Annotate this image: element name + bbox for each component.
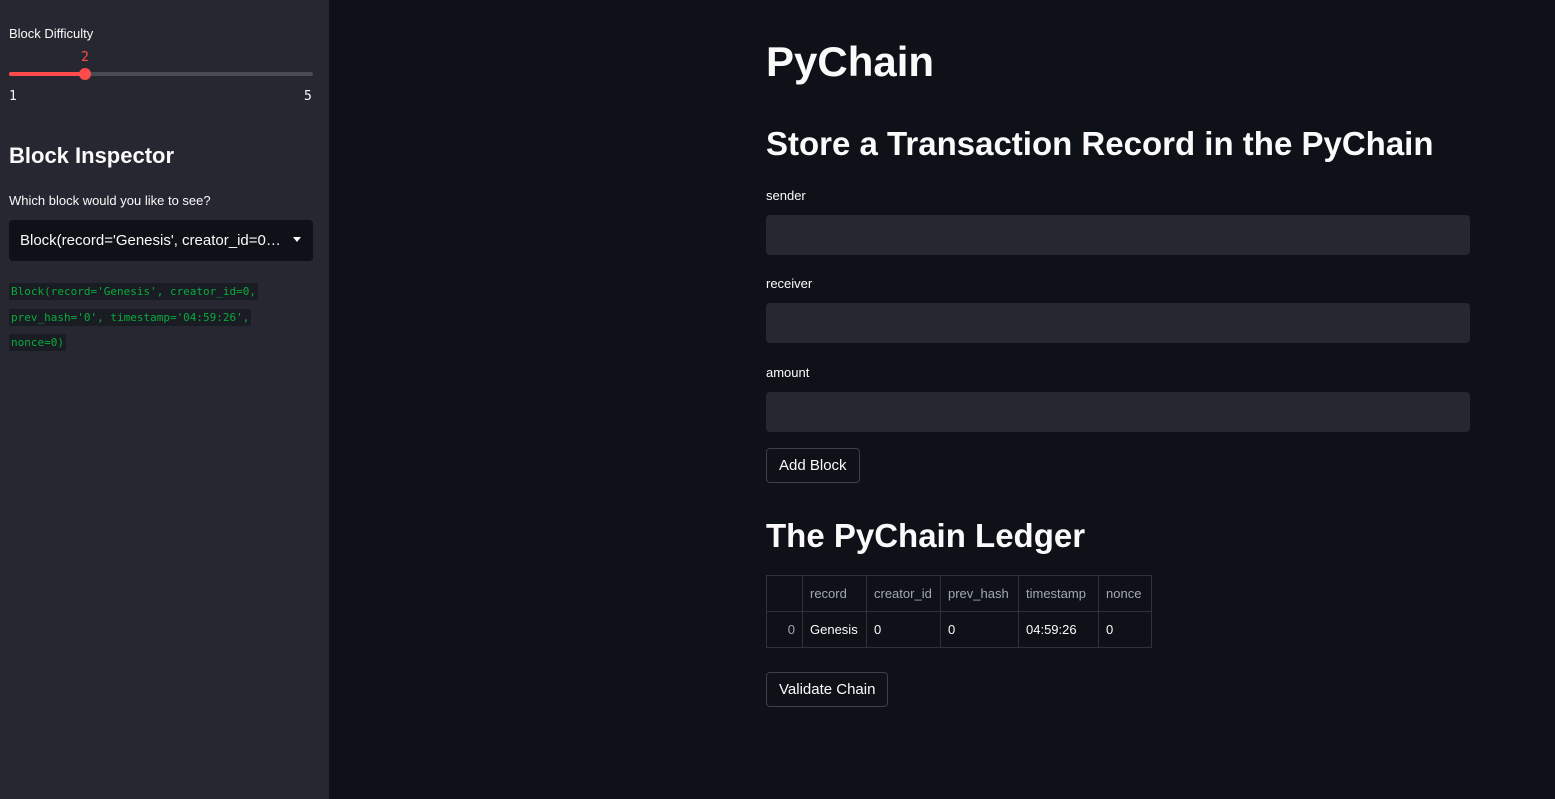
caret-down-icon (293, 237, 301, 242)
column-header-prev-hash[interactable]: prev_hash (940, 575, 1019, 612)
block-inspector-heading: Block Inspector (9, 143, 175, 168)
amount-label: amount (766, 365, 810, 380)
column-header-timestamp[interactable]: timestamp (1018, 575, 1099, 612)
table-row: 0 Genesis 0 0 04:59:26 0 (766, 611, 1152, 648)
difficulty-slider-value: 2 (81, 50, 89, 65)
timestamp-cell: 04:59:26 (1018, 611, 1099, 648)
difficulty-slider-label: Block Difficulty (9, 26, 94, 41)
block-details-code: Block(record='Genesis', creator_id=0, pr… (9, 279, 309, 356)
creator-id-cell: 0 (866, 611, 941, 648)
nonce-cell: 0 (1098, 611, 1152, 648)
ledger-heading: The PyChain Ledger (766, 517, 1086, 554)
receiver-label: receiver (766, 276, 813, 291)
validate-chain-button[interactable]: Validate Chain (766, 672, 889, 707)
add-block-button[interactable]: Add Block (766, 448, 860, 483)
code-line: Block(record='Genesis', creator_id=0, (9, 283, 259, 300)
column-header-creator-id[interactable]: creator_id (866, 575, 941, 612)
code-line: nonce=0) (9, 334, 66, 351)
sidebar: Block Difficulty 2 1 5 Block Inspector W… (0, 0, 329, 799)
table-header-row: record creator_id prev_hash timestamp no… (766, 575, 1152, 612)
page-title: PyChain (766, 38, 935, 85)
code-line: prev_hash='0', timestamp='04:59:26', (9, 308, 252, 326)
difficulty-slider-min: 1 (9, 89, 17, 104)
difficulty-slider[interactable] (9, 68, 313, 80)
sender-input[interactable] (766, 215, 1470, 255)
block-select[interactable]: Block(record='Genesis', creator_id=0, pr… (9, 220, 313, 261)
block-select-label: Which block would you like to see? (9, 193, 211, 208)
record-cell: Genesis (802, 611, 867, 648)
column-header-record[interactable]: record (802, 575, 867, 612)
difficulty-slider-thumb[interactable] (79, 68, 91, 80)
receiver-input[interactable] (766, 303, 1470, 343)
column-header-nonce[interactable]: nonce (1098, 575, 1152, 612)
form-heading: Store a Transaction Record in the PyChai… (766, 125, 1434, 162)
amount-input[interactable] (766, 392, 1470, 432)
difficulty-slider-fill (9, 72, 85, 76)
block-select-value: Block(record='Genesis', creator_id=0, pr… (20, 232, 281, 249)
ledger-table: record creator_id prev_hash timestamp no… (766, 575, 1152, 648)
column-header-index (766, 575, 803, 612)
sender-label: sender (766, 188, 806, 203)
prev-hash-cell: 0 (940, 611, 1019, 648)
difficulty-slider-max: 5 (304, 89, 312, 104)
row-index-cell: 0 (766, 611, 803, 648)
